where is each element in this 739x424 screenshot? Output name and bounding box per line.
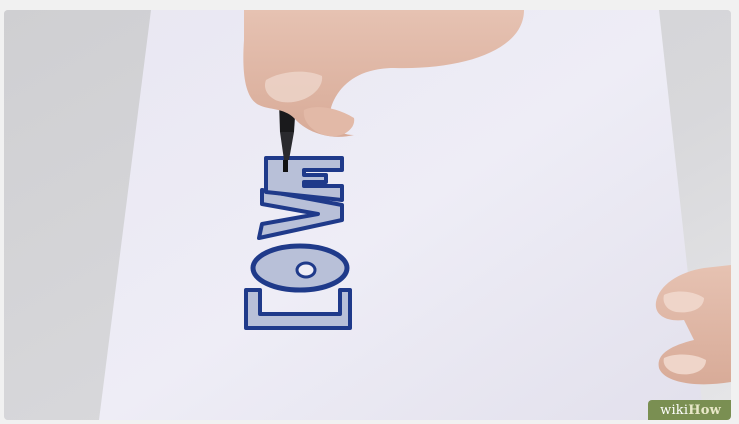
watermark-how: How bbox=[688, 402, 721, 418]
wikihow-watermark: wiki How bbox=[648, 400, 731, 420]
paper-sheet bbox=[99, 10, 704, 420]
letter-o-hole bbox=[295, 261, 317, 279]
image-frame: wiki How bbox=[0, 0, 739, 424]
photo: wiki How bbox=[4, 10, 731, 420]
watermark-wiki: wiki bbox=[660, 402, 689, 418]
photo-scene bbox=[4, 10, 731, 420]
